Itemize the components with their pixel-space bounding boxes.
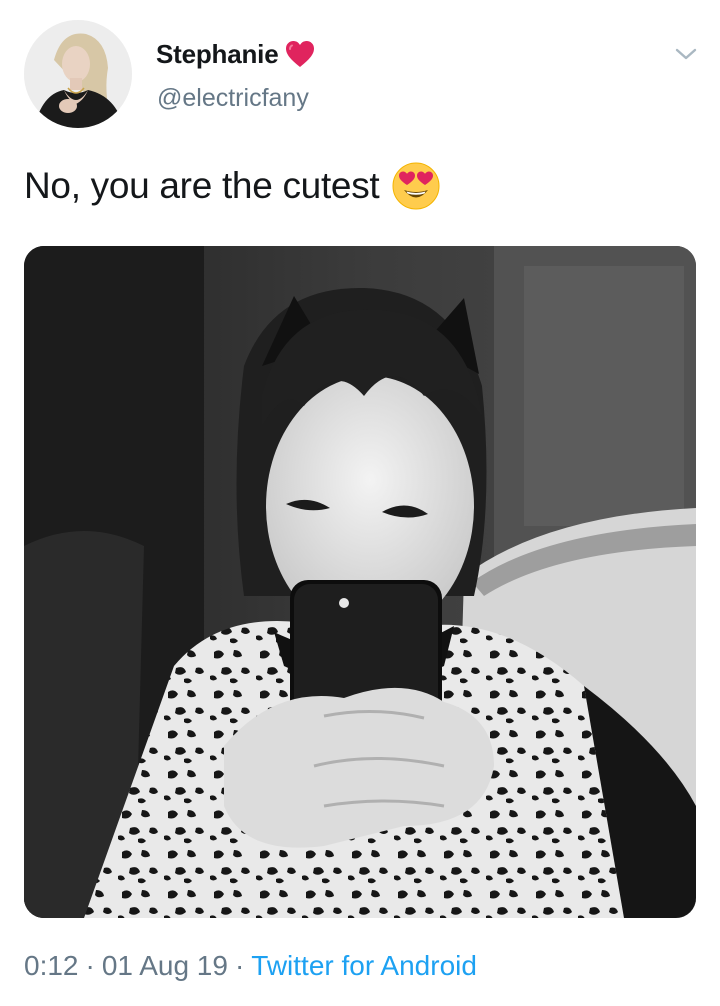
tweet-photo[interactable] [24, 246, 696, 918]
meta-separator: · [234, 950, 245, 981]
chevron-down-icon [675, 48, 697, 60]
tweet-text: No, you are the cutest [24, 160, 441, 212]
tweet-text-content: No, you are the cutest [24, 165, 380, 206]
red-heart-icon [284, 38, 316, 70]
tweet-source-link[interactable]: Twitter for Android [251, 950, 477, 981]
display-name[interactable]: Stephanie [156, 39, 279, 70]
avatar-image [24, 20, 132, 128]
tweet-menu-button[interactable] [668, 36, 704, 72]
tweet-date[interactable]: 01 Aug 19 [102, 950, 228, 981]
tweet-photo-image [24, 246, 696, 918]
smiling-face-with-heart-eyes-icon [391, 161, 441, 211]
handle[interactable]: @electricfany [157, 84, 309, 113]
display-name-row[interactable]: Stephanie [156, 34, 316, 74]
meta-separator: · [85, 950, 95, 981]
tweet-time[interactable]: 0:12 [24, 950, 79, 981]
tweet-meta: 0:12 · 01 Aug 19 · Twitter for Android [24, 950, 477, 982]
avatar[interactable] [24, 20, 132, 128]
